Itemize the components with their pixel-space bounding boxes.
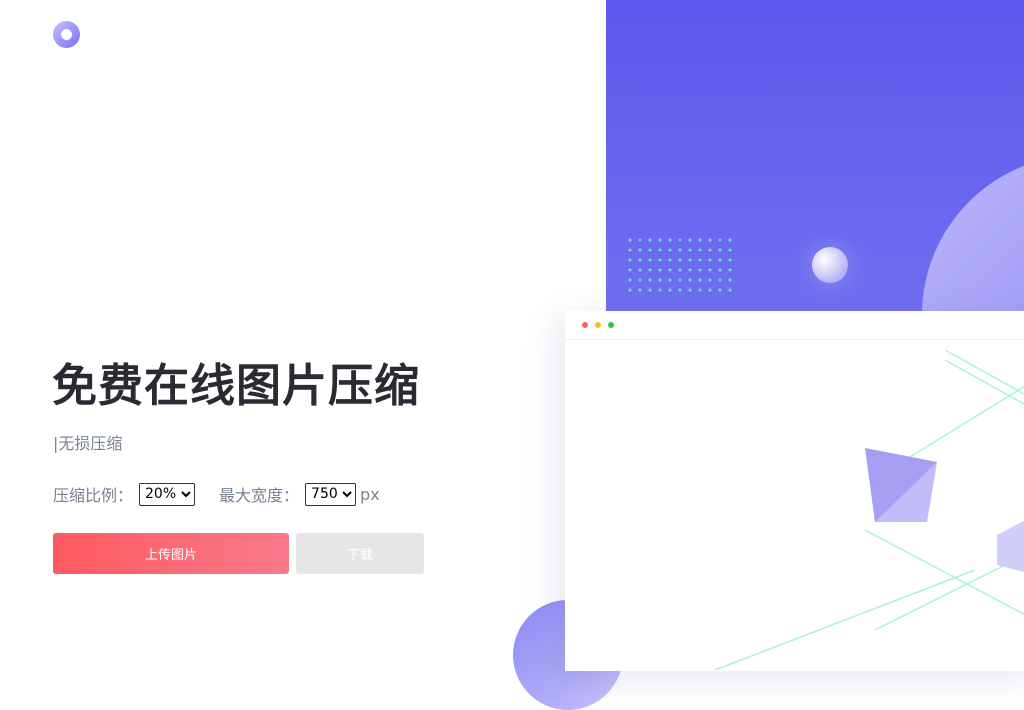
width-unit: px: [360, 484, 380, 504]
decor-dot-grid: [625, 235, 735, 295]
window-maximize-dot: [608, 322, 614, 328]
upload-button[interactable]: 上传图片: [53, 533, 289, 574]
window-minimize-dot: [595, 322, 601, 328]
max-width-select[interactable]: 750: [305, 482, 357, 506]
browser-titlebar: [565, 311, 1024, 340]
compress-options: 压缩比例： 20% 最大宽度： 750 px: [53, 482, 380, 506]
window-close-dot: [582, 322, 588, 328]
subtitle: |无损压缩: [53, 434, 123, 453]
download-button[interactable]: 下载: [296, 533, 424, 574]
browser-illustration: [714, 349, 1024, 670]
logo-icon: [53, 21, 80, 48]
ratio-label: 压缩比例：: [53, 486, 134, 505]
decor-circle: [922, 155, 1024, 311]
page-title: 免费在线图片压缩: [52, 359, 421, 412]
ratio-select[interactable]: 20%: [139, 482, 196, 506]
browser-mockup: [565, 311, 1024, 671]
width-label: 最大宽度：: [219, 486, 300, 505]
hero-illustration-bg: [606, 0, 1024, 311]
decor-sphere: [812, 247, 848, 283]
